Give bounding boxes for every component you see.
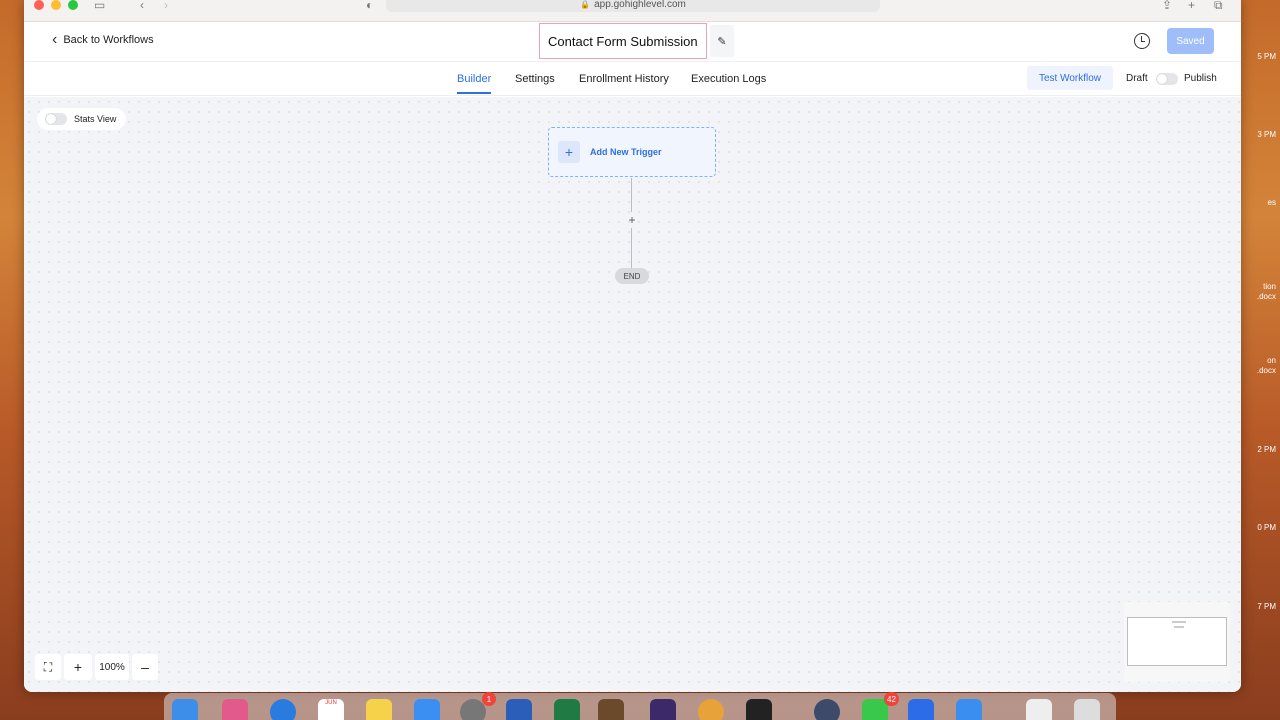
zoom-level: 100% [95, 654, 129, 680]
desktop-file-label: es [1267, 198, 1276, 207]
app-icon[interactable] [814, 699, 840, 720]
publish-toggle[interactable] [1156, 73, 1178, 85]
zoom-out-button[interactable]: – [132, 654, 158, 680]
desktop-file-label: 7 PM [1257, 602, 1276, 611]
fit-view-icon: ⛶ [43, 659, 53, 674]
back-to-workflows-link[interactable]: ‹ Back to Workflows [52, 31, 154, 48]
share-icon[interactable]: ⇪ [1162, 0, 1172, 12]
version-history-icon[interactable] [1134, 33, 1150, 49]
address-bar[interactable]: 🔒 app.gohighlevel.com [386, 0, 880, 12]
desktop-file-label: 5 PM [1257, 52, 1276, 61]
desktop-file-label: 2 PM [1257, 445, 1276, 454]
desktop-file-label: 3 PM [1257, 130, 1276, 139]
chevron-left-icon: ‹ [52, 31, 58, 48]
window-controls [34, 0, 78, 10]
connector-line [631, 228, 632, 268]
tab-execution-logs[interactable]: Execution Logs [691, 73, 766, 85]
finder-icon[interactable] [172, 699, 198, 720]
end-node: END [615, 268, 649, 284]
add-trigger-label: Add New Trigger [590, 147, 662, 157]
workflow-canvas[interactable]: Stats View + Add New Trigger + END ⛶ + 1… [24, 97, 1241, 692]
edit-title-button[interactable]: ✎ [710, 25, 734, 57]
minimap-node [1174, 626, 1184, 628]
trash-icon[interactable] [1074, 699, 1100, 720]
excel-icon[interactable] [554, 699, 580, 720]
browser-titlebar: ▭ ‹ › ◐ 🔒 app.gohighlevel.com ⇪ + ⧉ [24, 0, 1241, 22]
zoom-in-button[interactable]: + [64, 654, 92, 680]
add-new-trigger-node[interactable]: + Add New Trigger [548, 127, 716, 177]
new-tab-icon[interactable]: + [1188, 0, 1195, 12]
zoom-controls: ⛶ + 100% – [35, 654, 158, 680]
tab-builder[interactable]: Builder [457, 73, 492, 94]
add-step-button[interactable]: + [626, 214, 638, 226]
connector-line [631, 178, 632, 212]
app-store-icon[interactable] [414, 699, 440, 720]
draft-label: Draft [1126, 73, 1148, 84]
documents-folder-icon[interactable] [1026, 699, 1052, 720]
back-link-label: Back to Workflows [63, 34, 154, 46]
fit-view-button[interactable]: ⛶ [35, 654, 61, 680]
tab-enrollment-history[interactable]: Enrollment History [579, 73, 669, 85]
desktop-file-label: on .docx [1256, 356, 1276, 375]
launchpad-icon[interactable] [222, 699, 248, 720]
calendar-month: JUN [325, 700, 337, 706]
saved-button[interactable]: Saved [1167, 28, 1214, 54]
plus-icon: + [558, 141, 580, 163]
stats-view-toggle[interactable] [45, 113, 67, 125]
desktop-file-label: 0 PM [1257, 523, 1276, 532]
back-nav-icon[interactable]: ‹ [140, 0, 144, 12]
forward-nav-icon[interactable]: › [164, 0, 168, 12]
workflow-header: ‹ Back to Workflows Contact Form Submiss… [24, 22, 1241, 62]
tab-overview-icon[interactable]: ⧉ [1214, 0, 1223, 13]
browser-window: ▭ ‹ › ◐ 🔒 app.gohighlevel.com ⇪ + ⧉ ‹ Ba… [24, 0, 1241, 692]
close-window-button[interactable] [34, 0, 44, 10]
notification-badge: 42 [884, 692, 899, 706]
app-icon[interactable] [598, 699, 624, 720]
activity-monitor-icon[interactable] [746, 699, 772, 720]
tab-settings[interactable]: Settings [515, 73, 555, 85]
test-workflow-button[interactable]: Test Workflow [1027, 66, 1113, 90]
app-icon[interactable] [956, 699, 982, 720]
chrome-icon[interactable] [698, 699, 724, 720]
calendar-icon[interactable]: JUN [318, 699, 344, 720]
workflow-title[interactable]: Contact Form Submission [539, 23, 707, 59]
stats-view-label: Stats View [74, 114, 117, 124]
minimap-node [1172, 621, 1186, 623]
zoom-app-icon[interactable] [908, 699, 934, 720]
pencil-icon: ✎ [717, 35, 727, 48]
privacy-shield-icon[interactable]: ◐ [366, 0, 373, 12]
workflow-tabs: Builder Settings Enrollment History Exec… [24, 62, 1241, 96]
desktop-edge: 5 PM 3 PM es tion .docx on .docx 2 PM 0 … [1240, 0, 1280, 720]
desktop-file-label: tion .docx [1256, 282, 1276, 301]
stats-view-toggle-group: Stats View [37, 108, 126, 130]
lock-icon: 🔒 [580, 0, 591, 9]
publish-label: Publish [1184, 73, 1217, 84]
sidebar-icon[interactable]: ▭ [94, 0, 105, 12]
safari-icon[interactable] [270, 699, 296, 720]
url-text: app.gohighlevel.com [594, 0, 686, 10]
minimap[interactable] [1124, 602, 1230, 682]
minimize-window-button[interactable] [51, 0, 61, 10]
notification-badge: 1 [482, 692, 496, 706]
minimap-viewport[interactable] [1127, 617, 1227, 666]
macos-dock: JUN 1 42 [164, 692, 1116, 720]
app-icon[interactable] [650, 699, 676, 720]
notes-icon[interactable] [366, 699, 392, 720]
word-icon[interactable] [506, 699, 532, 720]
zoom-window-button[interactable] [68, 0, 78, 10]
